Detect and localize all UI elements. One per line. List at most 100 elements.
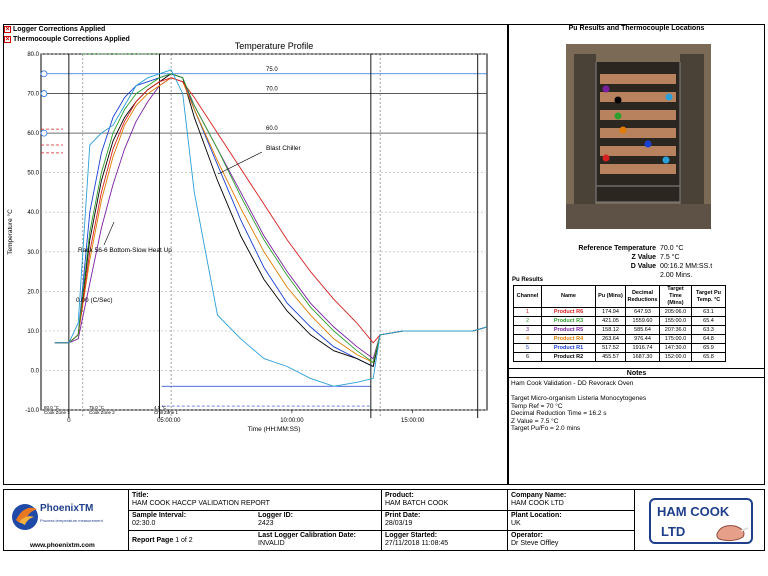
y-tick-label: 50.0 xyxy=(27,171,39,177)
cell-tpu: 65.9 xyxy=(691,343,726,353)
oven-rack-photo xyxy=(566,44,711,229)
y-tick-label: 10.0 xyxy=(27,329,39,335)
page-value: 1 of 2 xyxy=(175,537,193,544)
report-title: HAM COOK HACCP VALIDATION REPORT xyxy=(132,500,270,507)
notes-title: Notes xyxy=(508,368,765,378)
y-tick-label: 0.0 xyxy=(31,368,40,374)
d-value-label: D Value xyxy=(630,263,656,270)
logger-started-value: 27/11/2018 11:08:45 xyxy=(385,540,449,547)
d-mins-value: 2.00 Mins. xyxy=(660,272,693,279)
annotation-rate: 0.00 (C/Sec) xyxy=(76,297,113,304)
ref-temp-label: Reference Temperature xyxy=(578,245,656,252)
cell-name: Product R4 xyxy=(541,334,596,344)
x-tick-label: 10:00:00 xyxy=(280,418,304,424)
product-value: HAM BATCH COOK xyxy=(385,500,449,507)
y-tick-label: -10.0 xyxy=(25,408,39,414)
y-tick-label: 60.0 xyxy=(27,131,39,137)
cell-tt: 155:00.0 xyxy=(659,316,692,326)
note-line: Temp Ref = 70 °C xyxy=(511,402,563,410)
ham-cook-logo: HAM COOK LTD xyxy=(649,498,753,544)
cell-dec: 1916.74 xyxy=(625,343,660,353)
col-header: Target Time (Mins) xyxy=(659,285,692,308)
pu-results-table: Channel Name Pu (Mins) Decimal Reduction… xyxy=(513,285,726,362)
interval-label: Sample Interval: xyxy=(132,512,187,519)
x-tick-label: 05:00:00 xyxy=(157,418,181,424)
reference-line-label: 75.0 xyxy=(266,67,278,73)
cell-pu: 455.57 xyxy=(595,352,626,362)
col-header: Target Pu Temp. °C xyxy=(691,285,726,308)
note-line: Target Pu/Fo = 2.0 mins xyxy=(511,425,581,432)
y-tick-label: 70.0 xyxy=(27,92,39,98)
table-row: 4 Product R4 263.64 976.44 175:00.0 64.8 xyxy=(513,334,726,344)
cell-tt: 175:00.0 xyxy=(659,334,692,344)
cell-pu: 517.52 xyxy=(595,343,626,353)
cell-ch: 1 xyxy=(513,307,542,317)
zone-name-label: Chill Zone 1 xyxy=(154,410,179,415)
cell-name: Product R6 xyxy=(541,307,596,317)
col-header: Channel xyxy=(513,285,542,308)
y-tick-label: 80.0 xyxy=(27,52,39,58)
logger-id-label: Logger ID: xyxy=(258,512,293,519)
reference-line-label: 60.0 xyxy=(266,126,278,132)
table-row: 5 Product R1 517.52 1916.74 147:30.0 65.9 xyxy=(513,343,726,353)
cell-name: Product R3 xyxy=(541,316,596,326)
table-row: 1 Product R6 174.94 647.93 205:06.0 63.1 xyxy=(513,307,726,317)
cell-ch: 4 xyxy=(513,334,542,344)
operator-value: Dr Steve Offley xyxy=(511,540,559,547)
x-tick-label: 15:00:00 xyxy=(401,418,425,424)
notes-body: Ham Cook Validation - DD Revorack Oven T… xyxy=(511,380,646,433)
cell-dec: 585.64 xyxy=(625,325,660,335)
col-header: Name xyxy=(541,285,596,308)
plant-label: Plant Location: xyxy=(511,512,562,519)
table-row: 2 Product R3 421.05 1559.60 155:00.0 65.4 xyxy=(513,316,726,326)
reference-line-label: 70.0 xyxy=(266,87,278,93)
website-link[interactable]: www.phoenixtm.com xyxy=(30,542,95,550)
cell-name: Product R5 xyxy=(541,325,596,335)
cell-tt: 147:30.0 xyxy=(659,343,692,353)
brand-subtitle: Process temperature measurement xyxy=(40,518,103,523)
print-date-label: Print Date: xyxy=(385,512,421,519)
cell-name: Product R1 xyxy=(541,343,596,353)
interval-value: 02:30.0 xyxy=(132,520,156,527)
thermocouple-5-marker xyxy=(602,85,610,93)
cell-dec: 1687.30 xyxy=(625,352,660,362)
operator-label: Operator: xyxy=(511,532,543,539)
note-line xyxy=(511,388,646,396)
cell-ch: 5 xyxy=(513,343,542,353)
logger-started-label: Logger Started: xyxy=(385,532,438,539)
cell-pu: 174.94 xyxy=(595,307,626,317)
phoenixtm-logo xyxy=(10,500,40,537)
plot-area xyxy=(40,53,488,411)
note-line: Target Micro-organism Listeria Monocytog… xyxy=(511,395,647,402)
photo-title: Pu Results and Thermocouple Locations xyxy=(568,25,705,32)
page-label: Report Page xyxy=(132,537,174,544)
calibration-value: INVALID xyxy=(258,540,285,547)
cell-tpu: 63.1 xyxy=(691,307,726,317)
ham-icon xyxy=(716,525,749,542)
cell-ch: 3 xyxy=(513,325,542,335)
cell-tpu: 63.3 xyxy=(691,325,726,335)
logger-id-value: 2423 xyxy=(258,520,274,527)
ref-marker xyxy=(40,70,48,78)
note-line: Decimal Reduction Time = 16.2 s xyxy=(511,410,607,417)
ref-marker xyxy=(40,90,48,97)
logo-line1: HAM COOK xyxy=(657,504,730,519)
cell-pu: 421.05 xyxy=(595,316,626,326)
cell-dec: 1559.60 xyxy=(625,316,660,326)
product-label: Product: xyxy=(385,492,414,499)
z-value: 7.5 °C xyxy=(660,254,680,261)
chart-title: Temperature Profile xyxy=(235,41,314,51)
cell-tt: 152:00.0 xyxy=(659,352,692,362)
phoenix-bird-icon xyxy=(12,504,38,530)
col-header: Decimal Reductions xyxy=(625,285,660,308)
cell-dec: 976.44 xyxy=(625,334,660,344)
annotation-arrow xyxy=(103,221,115,246)
series-line xyxy=(54,77,488,344)
logo-line2: LTD xyxy=(661,524,686,539)
company-label: Company Name: xyxy=(511,492,567,499)
cell-ch: 2 xyxy=(513,316,542,326)
y-tick-label: 20.0 xyxy=(27,289,39,295)
ref-temp-value: 70.0 °C xyxy=(660,245,684,252)
series-line xyxy=(54,73,488,368)
note-line: Ham Cook Validation - DD Revorack Oven xyxy=(511,380,634,387)
